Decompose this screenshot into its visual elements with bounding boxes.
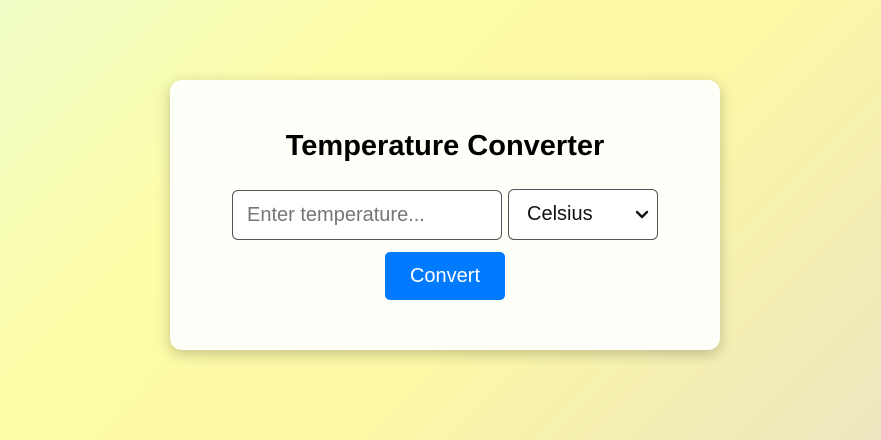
unit-select-value: Celsius [527, 203, 593, 225]
converter-card: Temperature Converter Celsius Convert [170, 80, 720, 350]
unit-select[interactable]: Celsius [508, 189, 658, 240]
convert-button[interactable]: Convert [385, 252, 505, 300]
chevron-down-icon [633, 206, 651, 224]
temperature-input[interactable] [232, 190, 502, 240]
page-title: Temperature Converter [285, 130, 605, 162]
